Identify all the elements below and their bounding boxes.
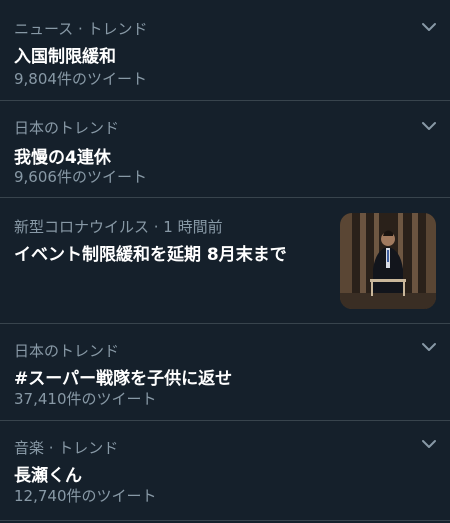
trend-tweet-count: 37,410件のツイート bbox=[14, 390, 157, 408]
trend-context: ニュース · トレンド bbox=[14, 20, 148, 38]
trend-tweet-count: 12,740件のツイート bbox=[14, 487, 157, 505]
news-item[interactable]: 新型コロナウイルス · 1 時間前 イベント制限緩和を延期 8月末まで bbox=[0, 198, 450, 324]
trend-title: 長瀬くん bbox=[14, 466, 82, 486]
trend-title: 我慢の4連休 bbox=[14, 148, 111, 168]
trend-context: 音楽 · トレンド bbox=[14, 439, 119, 457]
trend-tweet-count: 9,606件のツイート bbox=[14, 168, 147, 186]
news-context: 新型コロナウイルス · 1 時間前 bbox=[14, 218, 223, 236]
chevron-down-icon[interactable] bbox=[420, 18, 438, 36]
trend-context: 日本のトレンド bbox=[14, 342, 120, 360]
news-thumbnail[interactable] bbox=[340, 213, 436, 309]
trend-title: #スーパー戦隊を子供に返せ bbox=[14, 369, 233, 389]
trend-item[interactable]: 音楽 · トレンド 長瀬くん 12,740件のツイート bbox=[0, 421, 450, 521]
news-headline: イベント制限緩和を延期 8月末まで bbox=[14, 245, 287, 265]
news-thumbnail-image bbox=[340, 213, 436, 309]
chevron-down-icon[interactable] bbox=[420, 435, 438, 453]
trends-feed: ニュース · トレンド 入国制限緩和 9,804件のツイート 日本のトレンド 我… bbox=[0, 0, 450, 523]
trend-context: 日本のトレンド bbox=[14, 119, 120, 137]
trend-item[interactable]: 日本のトレンド 我慢の4連休 9,606件のツイート bbox=[0, 101, 450, 198]
trend-item[interactable]: ニュース · トレンド 入国制限緩和 9,804件のツイート bbox=[0, 0, 450, 101]
trend-title: 入国制限緩和 bbox=[14, 47, 116, 67]
chevron-down-icon[interactable] bbox=[420, 338, 438, 356]
trend-item[interactable]: 日本のトレンド #スーパー戦隊を子供に返せ 37,410件のツイート bbox=[0, 324, 450, 421]
trend-tweet-count: 9,804件のツイート bbox=[14, 70, 147, 88]
chevron-down-icon[interactable] bbox=[420, 117, 438, 135]
